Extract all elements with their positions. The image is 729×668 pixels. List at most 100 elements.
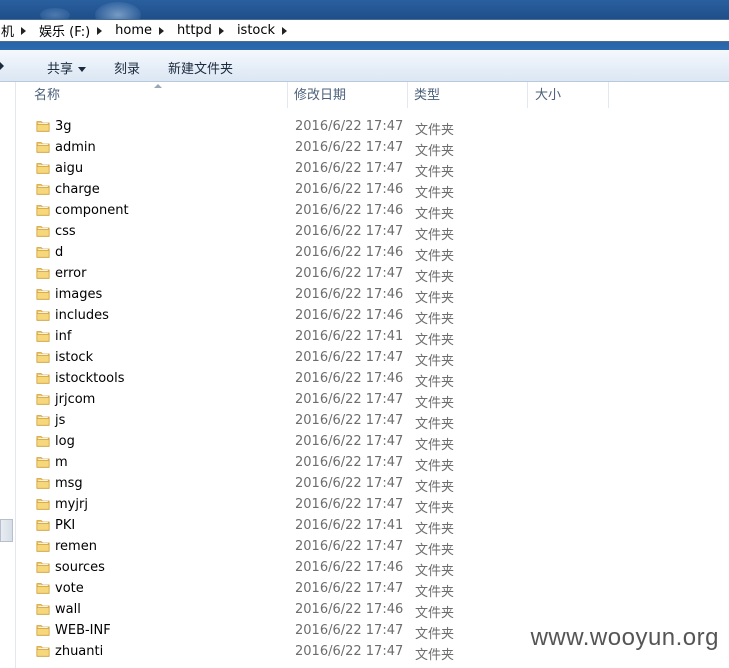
file-row[interactable]: msg 2016/6/22 17:47 文件夹: [16, 473, 729, 495]
file-type: 文件夹: [415, 417, 455, 432]
new-folder-button[interactable]: 新建文件夹: [168, 58, 233, 77]
file-name: istock: [55, 350, 94, 365]
folder-icon: [36, 310, 50, 321]
file-type: 文件夹: [415, 123, 455, 138]
file-type: 文件夹: [415, 438, 455, 453]
file-modified-date: 2016/6/22 17:46: [295, 245, 404, 260]
share-button[interactable]: 共享: [47, 58, 87, 77]
breadcrumb-item-drive[interactable]: 娱乐 (F:): [35, 20, 111, 41]
column-header-type[interactable]: 类型: [408, 82, 528, 108]
file-row[interactable]: vote 2016/6/22 17:47 文件夹: [16, 578, 729, 600]
file-row[interactable]: sources 2016/6/22 17:46 文件夹: [16, 557, 729, 579]
command-toolbar: 共享 刻录 新建文件夹: [0, 50, 729, 82]
file-type: 文件夹: [415, 648, 455, 663]
chevron-down-icon[interactable]: [0, 62, 4, 70]
file-row[interactable]: istock 2016/6/22 17:47 文件夹: [16, 347, 729, 369]
file-name: aigu: [55, 161, 84, 176]
column-header-name[interactable]: 名称: [16, 82, 288, 108]
file-row[interactable]: includes 2016/6/22 17:46 文件夹: [16, 305, 729, 327]
breadcrumb-item-istock[interactable]: istock: [233, 20, 296, 41]
file-list: 3g 2016/6/22 17:47 文件夹 admin 2016/6/22 17:47…: [16, 116, 729, 663]
folder-icon: [36, 478, 50, 489]
file-name: vote: [55, 581, 84, 596]
file-row[interactable]: wall 2016/6/22 17:46 文件夹: [16, 599, 729, 621]
file-name: images: [55, 287, 103, 302]
folder-icon: [36, 121, 50, 132]
file-row[interactable]: log 2016/6/22 17:47 文件夹: [16, 431, 729, 453]
file-modified-date: 2016/6/22 17:47: [295, 119, 404, 134]
folder-icon: [36, 352, 50, 363]
file-name: includes: [55, 308, 109, 323]
folder-icon: [36, 415, 50, 426]
chevron-right-icon[interactable]: [159, 26, 164, 35]
file-modified-date: 2016/6/22 17:47: [295, 392, 404, 407]
folder-icon: [36, 520, 50, 531]
file-modified-date: 2016/6/22 17:47: [295, 140, 404, 155]
file-name: css: [55, 224, 76, 239]
column-header-date[interactable]: 修改日期: [288, 82, 408, 108]
folder-icon: [36, 457, 50, 468]
file-row[interactable]: d 2016/6/22 17:46 文件夹: [16, 242, 729, 264]
folder-icon: [36, 583, 50, 594]
file-row[interactable]: inf 2016/6/22 17:41 文件夹: [16, 326, 729, 348]
file-row[interactable]: component 2016/6/22 17:46 文件夹: [16, 200, 729, 222]
folder-icon: [36, 499, 50, 510]
file-row[interactable]: 3g 2016/6/22 17:47 文件夹: [16, 116, 729, 138]
burn-button[interactable]: 刻录: [114, 58, 140, 77]
watermark: www.wooyun.org: [530, 624, 719, 651]
file-type: 文件夹: [415, 627, 455, 642]
folder-icon: [36, 268, 50, 279]
file-row[interactable]: css 2016/6/22 17:47 文件夹: [16, 221, 729, 243]
file-modified-date: 2016/6/22 17:47: [295, 476, 404, 491]
folder-icon: [36, 142, 50, 153]
file-type: 文件夹: [415, 333, 455, 348]
file-type: 文件夹: [415, 585, 455, 600]
file-row[interactable]: js 2016/6/22 17:47 文件夹: [16, 410, 729, 432]
file-row[interactable]: error 2016/6/22 17:47 文件夹: [16, 263, 729, 285]
file-type: 文件夹: [415, 165, 455, 180]
file-modified-date: 2016/6/22 17:47: [295, 539, 404, 554]
column-header-size[interactable]: 大小: [528, 82, 609, 108]
folder-icon: [36, 604, 50, 615]
file-modified-date: 2016/6/22 17:41: [295, 518, 404, 533]
chevron-right-icon[interactable]: [21, 26, 27, 35]
file-modified-date: 2016/6/22 17:46: [295, 308, 404, 323]
breadcrumb-item-httpd[interactable]: httpd: [173, 20, 233, 41]
file-name: istocktools: [55, 371, 125, 386]
file-modified-date: 2016/6/22 17:46: [295, 287, 404, 302]
file-row[interactable]: admin 2016/6/22 17:47 文件夹: [16, 137, 729, 159]
file-row[interactable]: aigu 2016/6/22 17:47 文件夹: [16, 158, 729, 180]
file-row[interactable]: jrjcom 2016/6/22 17:47 文件夹: [16, 389, 729, 411]
file-type: 文件夹: [415, 354, 455, 369]
file-row[interactable]: remen 2016/6/22 17:47 文件夹: [16, 536, 729, 558]
file-type: 文件夹: [415, 186, 455, 201]
chevron-right-icon[interactable]: [282, 26, 288, 35]
explorer-window: 机 娱乐 (F:) home httpd istock 共享 刻录 新建文件夹 …: [0, 0, 729, 668]
file-row[interactable]: istocktools 2016/6/22 17:46 文件夹: [16, 368, 729, 390]
folder-icon: [36, 247, 50, 258]
file-row[interactable]: charge 2016/6/22 17:46 文件夹: [16, 179, 729, 201]
address-bar[interactable]: 机 娱乐 (F:) home httpd istock: [0, 19, 729, 42]
breadcrumb-item-computer[interactable]: 机: [0, 20, 35, 41]
file-type: 文件夹: [415, 522, 455, 537]
file-modified-date: 2016/6/22 17:46: [295, 371, 404, 386]
chevron-right-icon[interactable]: [97, 26, 103, 35]
file-name: log: [55, 434, 75, 449]
file-name: charge: [55, 182, 100, 197]
file-row[interactable]: m 2016/6/22 17:47 文件夹: [16, 452, 729, 474]
file-type: 文件夹: [415, 207, 455, 222]
file-modified-date: 2016/6/22 17:46: [295, 602, 404, 617]
file-name: 3g: [55, 119, 72, 134]
file-type: 文件夹: [415, 291, 455, 306]
file-row[interactable]: images 2016/6/22 17:46 文件夹: [16, 284, 729, 306]
file-modified-date: 2016/6/22 17:47: [295, 224, 404, 239]
file-row[interactable]: PKI 2016/6/22 17:41 文件夹: [16, 515, 729, 537]
file-type: 文件夹: [415, 312, 455, 327]
file-name: wall: [55, 602, 81, 617]
breadcrumb-item-home[interactable]: home: [111, 20, 173, 41]
file-modified-date: 2016/6/22 17:47: [295, 161, 404, 176]
chevron-right-icon[interactable]: [218, 26, 224, 35]
folder-icon: [36, 184, 50, 195]
file-row[interactable]: myjrj 2016/6/22 17:47 文件夹: [16, 494, 729, 516]
nav-pane-scrollbar-thumb[interactable]: [0, 519, 13, 542]
